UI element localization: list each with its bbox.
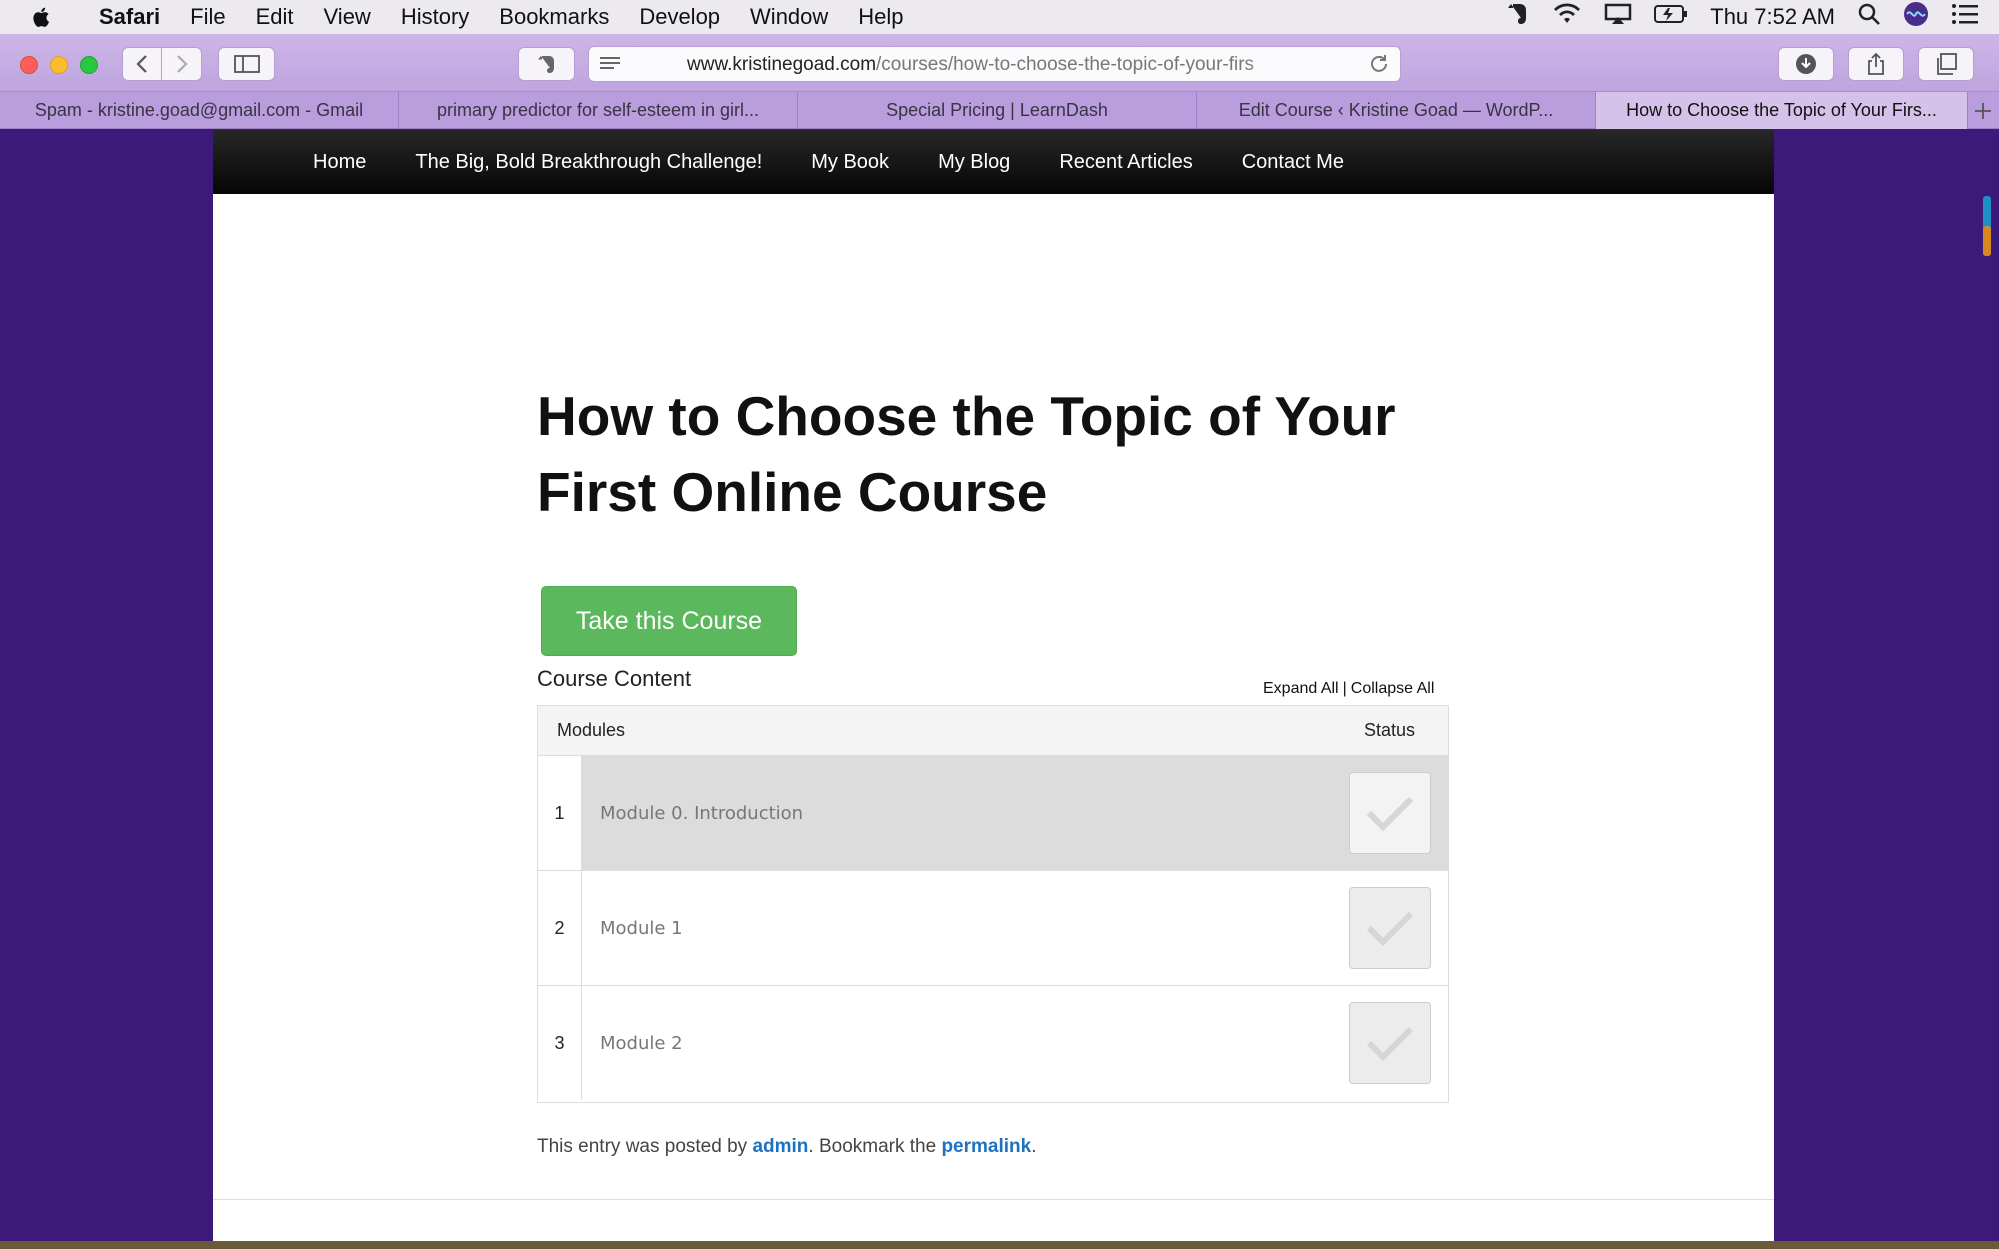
- author-link[interactable]: admin: [752, 1136, 808, 1157]
- tab-gmail[interactable]: Spam - kristine.goad@gmail.com - Gmail: [0, 92, 399, 129]
- safari-toolbar: www.kristinegoad.com/courses/how-to-choo…: [0, 34, 1999, 92]
- close-window-button[interactable]: [20, 56, 38, 74]
- sidebar-toggle-button[interactable]: [218, 47, 275, 81]
- spotlight-search-icon[interactable]: [1857, 2, 1881, 32]
- menu-edit[interactable]: Edit: [241, 0, 309, 34]
- nav-contact-me[interactable]: Contact Me: [1242, 151, 1344, 174]
- entry-meta-middle: . Bookmark the: [808, 1136, 937, 1157]
- notification-center-icon[interactable]: [1951, 3, 1979, 31]
- title-line-1: How to Choose the Topic of Your: [537, 385, 1396, 447]
- tab-learndash[interactable]: Special Pricing | LearnDash: [798, 92, 1197, 129]
- siri-icon[interactable]: [1903, 1, 1929, 33]
- menu-window[interactable]: Window: [735, 0, 843, 34]
- checkmark-icon: [1366, 1026, 1414, 1061]
- share-icon: [1868, 52, 1884, 75]
- url-domain: www.kristinegoad.com: [687, 54, 877, 75]
- navigation-buttons: [122, 47, 202, 81]
- module-title-link[interactable]: Module 0. Introduction: [582, 756, 1448, 870]
- desktop-background-strip: [0, 1241, 1999, 1249]
- title-line-2: First Online Course: [537, 461, 1048, 523]
- tab-search[interactable]: primary predictor for self-esteem in gir…: [399, 92, 798, 129]
- separator: |: [1342, 680, 1347, 697]
- module-row[interactable]: 3 Module 2: [538, 986, 1448, 1101]
- module-status-box: [1349, 1002, 1431, 1084]
- reload-icon[interactable]: [1368, 53, 1390, 75]
- url-text[interactable]: www.kristinegoad.com/courses/how-to-choo…: [687, 54, 1307, 76]
- module-number: 2: [538, 871, 582, 985]
- menu-app-safari[interactable]: Safari: [84, 0, 175, 34]
- tabs-overview-icon: [1937, 53, 1957, 75]
- permalink-link[interactable]: permalink: [941, 1136, 1031, 1157]
- tab-course-active[interactable]: How to Choose the Topic of Your Firs...: [1596, 92, 1968, 129]
- share-button[interactable]: [1848, 47, 1904, 81]
- module-title-link[interactable]: Module 2: [582, 986, 1448, 1100]
- divider: [213, 1199, 1774, 1200]
- site-navigation: Home The Big, Bold Breakthrough Challeng…: [213, 130, 1774, 194]
- evernote-extension-button[interactable]: [518, 47, 575, 81]
- menu-view[interactable]: View: [309, 0, 386, 34]
- nav-my-blog[interactable]: My Blog: [938, 151, 1010, 174]
- address-bar[interactable]: www.kristinegoad.com/courses/how-to-choo…: [588, 46, 1401, 82]
- zoom-window-button[interactable]: [80, 56, 98, 74]
- modules-table-header: Modules Status: [538, 706, 1448, 756]
- sidebar-icon: [233, 55, 260, 73]
- checkmark-icon: [1366, 911, 1414, 946]
- module-row[interactable]: 2 Module 1: [538, 871, 1448, 986]
- menu-history[interactable]: History: [386, 0, 484, 34]
- module-title-link[interactable]: Module 1: [582, 871, 1448, 985]
- menubar-status-area: Thu 7:52 AM: [1506, 0, 1979, 34]
- menu-develop[interactable]: Develop: [624, 0, 735, 34]
- macos-menu-bar: Safari File Edit View History Bookmarks …: [0, 0, 1999, 34]
- entry-meta-prefix: This entry was posted by: [537, 1136, 748, 1157]
- expand-collapse-controls: Expand All | Collapse All: [1263, 680, 1663, 698]
- back-button[interactable]: [122, 47, 162, 81]
- minimize-window-button[interactable]: [50, 56, 68, 74]
- module-row[interactable]: 1 Module 0. Introduction: [538, 756, 1448, 871]
- wifi-icon[interactable]: [1552, 3, 1582, 31]
- nav-my-book[interactable]: My Book: [811, 151, 889, 174]
- chevron-right-icon: [176, 55, 188, 73]
- downloads-button[interactable]: [1778, 47, 1834, 81]
- module-number: 1: [538, 756, 582, 870]
- chevron-left-icon: [136, 55, 147, 73]
- forward-button[interactable]: [162, 47, 202, 81]
- take-course-button[interactable]: Take this Course: [541, 586, 797, 656]
- module-status-box: [1349, 772, 1431, 854]
- modules-column-header: Modules: [557, 720, 626, 740]
- tab-overview-button[interactable]: [1918, 47, 1974, 81]
- module-number: 3: [538, 986, 582, 1100]
- nav-recent-articles[interactable]: Recent Articles: [1059, 151, 1192, 174]
- menu-file[interactable]: File: [175, 0, 240, 34]
- evernote-icon: [537, 56, 554, 73]
- tab-edit-course[interactable]: Edit Course ‹ Kristine Goad — WordP...: [1197, 92, 1596, 129]
- nav-challenge[interactable]: The Big, Bold Breakthrough Challenge!: [415, 151, 762, 174]
- status-column-header: Status: [1363, 720, 1415, 740]
- entry-meta-suffix: .: [1031, 1136, 1037, 1157]
- battery-icon[interactable]: [1654, 4, 1688, 30]
- plus-icon: [1975, 102, 1991, 119]
- scrollbar-marker: [1983, 226, 1991, 256]
- airplay-icon[interactable]: [1604, 3, 1632, 31]
- modules-table: Modules Status 1 Module 0. Introduction …: [537, 705, 1449, 1103]
- entry-meta: This entry was posted by admin. Bookmark…: [537, 1136, 1037, 1158]
- nav-home[interactable]: Home: [313, 151, 366, 174]
- evernote-icon[interactable]: [1506, 1, 1530, 33]
- page-title: How to Choose the Topic of Your First On…: [537, 378, 1497, 530]
- course-content-heading: Course Content: [537, 666, 692, 691]
- menu-help[interactable]: Help: [843, 0, 918, 34]
- checkmark-icon: [1366, 796, 1414, 831]
- expand-all-link[interactable]: Expand All: [1263, 680, 1339, 697]
- module-status-box: [1349, 887, 1431, 969]
- menu-bookmarks[interactable]: Bookmarks: [484, 0, 624, 34]
- menubar-clock[interactable]: Thu 7:52 AM: [1710, 4, 1835, 30]
- web-page: Home The Big, Bold Breakthrough Challeng…: [213, 130, 1774, 1249]
- new-tab-button[interactable]: [1968, 92, 1998, 129]
- download-icon: [1796, 54, 1816, 74]
- reader-view-icon[interactable]: [599, 54, 621, 74]
- url-path: /courses/how-to-choose-the-topic-of-your…: [876, 54, 1255, 75]
- apple-menu-icon[interactable]: [0, 0, 84, 34]
- collapse-all-link[interactable]: Collapse All: [1351, 680, 1435, 697]
- tab-bar: Spam - kristine.goad@gmail.com - Gmail p…: [0, 92, 1999, 129]
